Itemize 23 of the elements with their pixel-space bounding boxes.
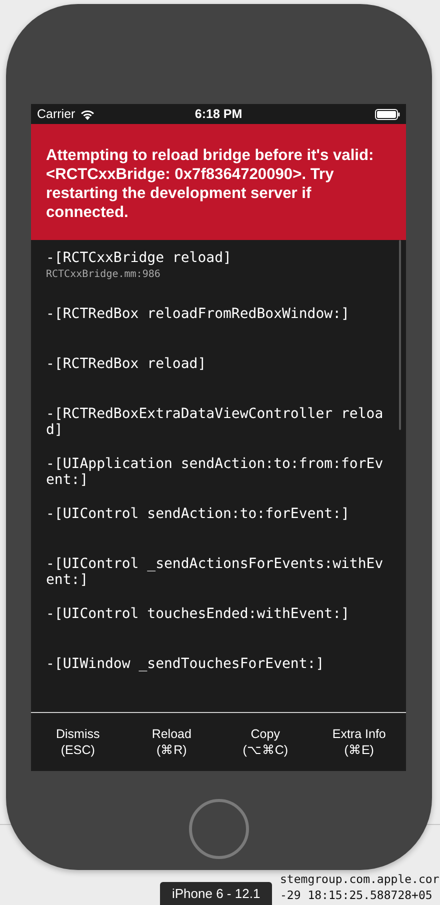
redbox-button[interactable]: Copy (⌥⌘C) [218,713,312,771]
device-label: iPhone 6 - 12.1 [160,882,272,905]
redbox-button[interactable]: Extra Info (⌘E) [312,713,406,771]
error-message: Attempting to reload bridge before it's valid: <RCTCxxBridge: 0x7f8364720090>. Try restarting the development server if connected. [46,146,375,222]
stack-frame[interactable]: -[UIControl touchesEnded:withEvent:] [46,606,386,622]
stack-frame[interactable]: -[RCTRedBox reloadFromRedBoxWindow:] [46,306,386,322]
clock-time: 6:18 PM [194,107,244,121]
console-line: -29 18:15:25.588728+05 [280,888,434,903]
redbox-button[interactable]: Reload (⌘R) [124,713,218,771]
file-location: RCTCxxBridge.mm:986 [46,268,160,282]
battery-icon [375,108,400,120]
wifi-icon [80,108,96,120]
console-line: stemgroup.com.apple.cor [280,872,440,887]
carrier-label: Carrier [37,107,76,121]
stack-frame[interactable]: -[UIWindow _sendTouchesForEvent:] [46,656,386,672]
stack-frame[interactable]: -[RCTRedBoxExtraDataViewController reload] [46,406,386,438]
stack-frame[interactable]: -[UIControl _sendActionsForEvents:withEvent:] [46,556,386,588]
stack-frame[interactable]: -[RCTRedBox reload] [46,356,386,372]
stack-frame[interactable]: -[RCTCxxBridge reload] [46,250,386,266]
home-button[interactable] [189,799,249,859]
redbox-button[interactable]: Dismiss (ESC) [31,713,125,771]
stack-frame[interactable]: -[UIControl sendAction:to:forEvent:] [46,506,386,522]
stack-frame[interactable]: -[UIApplication sendAction:to:from:forEvent:] [46,456,386,488]
